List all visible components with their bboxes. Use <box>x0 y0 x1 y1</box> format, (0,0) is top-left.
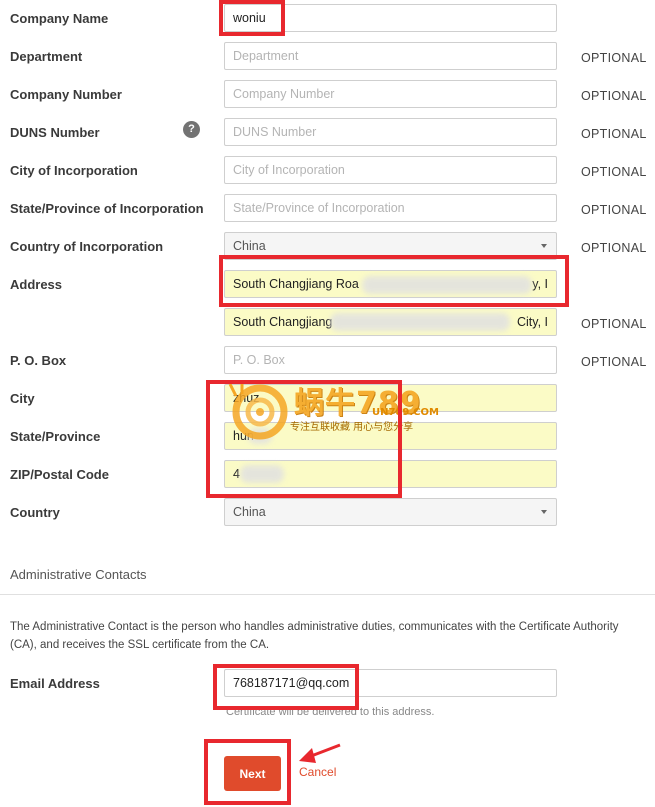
divider <box>0 594 655 595</box>
country-of-incorporation-optional: OPTIONAL <box>581 241 647 255</box>
country-of-incorporation-value: China <box>233 239 266 253</box>
po-box-input[interactable]: P. O. Box <box>224 346 557 374</box>
next-button[interactable]: Next <box>224 756 281 791</box>
admin-description: The Administrative Contact is the person… <box>10 621 619 651</box>
help-icon[interactable]: ? <box>183 121 200 138</box>
state-province-input[interactable]: hun <box>224 422 557 450</box>
duns-number-input[interactable]: DUNS Number <box>224 118 557 146</box>
city-of-incorporation-optional: OPTIONAL <box>581 165 647 179</box>
country-value: China <box>233 505 266 519</box>
state-of-incorporation-input[interactable]: State/Province of Incorporation <box>224 194 557 222</box>
po-box-label: P. O. Box <box>10 353 67 368</box>
city-of-incorporation-input[interactable]: City of Incorporation <box>224 156 557 184</box>
duns-number-label: DUNS Number <box>10 125 100 140</box>
cancel-link[interactable]: Cancel <box>299 765 336 779</box>
section-title: Administrative Contacts <box>10 567 147 582</box>
duns-number-optional: OPTIONAL <box>581 127 647 141</box>
address-line2-end: City, I <box>516 315 548 329</box>
company-name-input[interactable]: woniu <box>224 4 557 32</box>
country-of-incorporation-label: Country of Incorporation <box>10 239 164 254</box>
chevron-down-icon <box>541 510 547 514</box>
state-province-label: State/Province <box>10 429 101 444</box>
arrow-icon <box>299 743 341 763</box>
country-select[interactable]: China <box>224 498 557 526</box>
redaction-blur <box>248 428 272 444</box>
email-input[interactable]: 768187171@qq.com <box>224 669 557 697</box>
chevron-down-icon <box>541 244 547 248</box>
company-number-label: Company Number <box>10 87 122 102</box>
state-of-incorporation-label: State/Province of Incorporation <box>10 201 204 216</box>
address-line2-start: South Changjiang <box>233 315 333 329</box>
department-optional: OPTIONAL <box>581 51 647 65</box>
address-line2-optional: OPTIONAL <box>581 317 647 331</box>
email-label: Email Address <box>10 676 100 691</box>
state-of-incorporation-optional: OPTIONAL <box>581 203 647 217</box>
address-line1-end: y, I <box>532 277 548 291</box>
city-input[interactable]: zhuz <box>224 384 557 412</box>
city-label: City <box>10 391 35 406</box>
country-of-incorporation-select[interactable]: China <box>224 232 557 260</box>
address-line1-start: South Changjiang Roa <box>233 277 359 291</box>
department-label: Department <box>10 49 83 64</box>
zip-label: ZIP/Postal Code <box>10 467 109 482</box>
redaction-blur <box>362 276 532 294</box>
redaction-blur <box>240 465 284 483</box>
company-number-input[interactable]: Company Number <box>224 80 557 108</box>
po-box-optional: OPTIONAL <box>581 355 647 369</box>
redaction-blur <box>330 313 510 331</box>
company-number-optional: OPTIONAL <box>581 89 647 103</box>
country-label: Country <box>10 505 60 520</box>
email-hint: Certificate will be delivered to this ad… <box>226 706 435 718</box>
department-input[interactable]: Department <box>224 42 557 70</box>
city-of-incorporation-label: City of Incorporation <box>10 163 138 178</box>
address-label: Address <box>10 277 63 292</box>
company-name-label: Company Name <box>10 11 109 26</box>
